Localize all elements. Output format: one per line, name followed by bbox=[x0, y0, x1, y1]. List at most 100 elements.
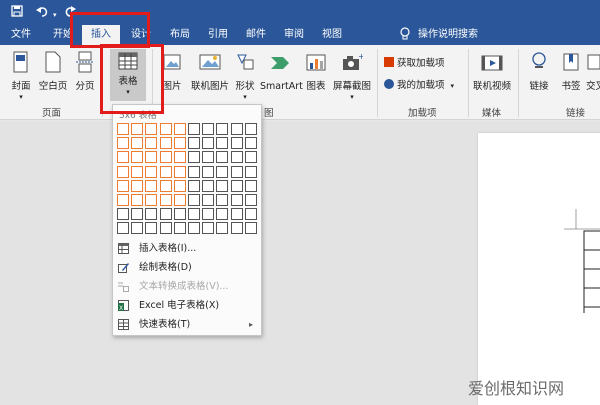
grid-cell[interactable] bbox=[131, 137, 144, 150]
grid-cell[interactable] bbox=[145, 208, 158, 221]
grid-cell[interactable] bbox=[244, 179, 257, 192]
grid-cell[interactable] bbox=[145, 194, 158, 206]
grid-cell[interactable] bbox=[230, 137, 243, 150]
grid-cell[interactable] bbox=[202, 123, 215, 135]
grid-cell[interactable] bbox=[188, 208, 200, 221]
grid-cell[interactable] bbox=[244, 123, 257, 135]
grid-cell[interactable] bbox=[244, 151, 257, 164]
tab-file[interactable]: 文件 bbox=[11, 28, 31, 42]
grid-cell[interactable] bbox=[188, 151, 200, 164]
grid-cell[interactable] bbox=[145, 137, 158, 150]
grid-cell[interactable] bbox=[202, 151, 215, 164]
grid-cell[interactable] bbox=[131, 123, 144, 135]
grid-cell[interactable] bbox=[159, 137, 172, 150]
grid-cell[interactable] bbox=[230, 179, 243, 192]
grid-cell[interactable] bbox=[244, 165, 257, 178]
grid-cell[interactable] bbox=[159, 151, 172, 164]
grid-cell[interactable] bbox=[244, 208, 257, 221]
grid-cell[interactable] bbox=[230, 222, 243, 235]
grid-cell[interactable] bbox=[117, 222, 129, 235]
grid-cell[interactable] bbox=[202, 194, 215, 206]
grid-cell[interactable] bbox=[188, 194, 200, 206]
chart-button[interactable]: 图表 bbox=[303, 51, 329, 93]
quick-tables-item[interactable]: 快速表格(T) ▸ bbox=[113, 316, 261, 334]
online-picture-button[interactable]: 联机图片 bbox=[190, 51, 230, 93]
grid-cell[interactable] bbox=[159, 165, 172, 178]
grid-cell[interactable] bbox=[117, 151, 129, 164]
grid-cell[interactable] bbox=[216, 151, 229, 164]
grid-cell[interactable] bbox=[244, 137, 257, 150]
grid-cell[interactable] bbox=[202, 165, 215, 178]
document-page[interactable] bbox=[478, 133, 600, 405]
grid-cell[interactable] bbox=[173, 123, 186, 135]
grid-cell[interactable] bbox=[202, 222, 215, 235]
grid-cell[interactable] bbox=[230, 194, 243, 206]
grid-cell[interactable] bbox=[117, 179, 129, 192]
grid-cell[interactable] bbox=[159, 222, 172, 235]
grid-cell[interactable] bbox=[244, 194, 257, 206]
undo-icon[interactable] bbox=[36, 5, 50, 20]
grid-cell[interactable] bbox=[188, 222, 200, 235]
grid-cell[interactable] bbox=[188, 123, 200, 135]
grid-cell[interactable] bbox=[216, 137, 229, 150]
grid-cell[interactable] bbox=[216, 123, 229, 135]
blank-page-button[interactable]: 空白页 bbox=[38, 51, 68, 93]
tab-view[interactable]: 视图 bbox=[322, 28, 342, 42]
grid-cell[interactable] bbox=[159, 123, 172, 135]
grid-cell[interactable] bbox=[202, 137, 215, 150]
grid-cell[interactable] bbox=[188, 137, 200, 150]
grid-cell[interactable] bbox=[145, 151, 158, 164]
grid-cell[interactable] bbox=[117, 165, 129, 178]
grid-cell[interactable] bbox=[131, 151, 144, 164]
save-icon[interactable] bbox=[11, 5, 23, 20]
page-break-button[interactable]: 分页 bbox=[72, 51, 98, 93]
grid-cell[interactable] bbox=[173, 222, 186, 235]
grid-cell[interactable] bbox=[131, 194, 144, 206]
grid-cell[interactable] bbox=[202, 208, 215, 221]
tab-references[interactable]: 引用 bbox=[208, 28, 228, 42]
grid-cell[interactable] bbox=[159, 208, 172, 221]
grid-cell[interactable] bbox=[145, 123, 158, 135]
grid-cell[interactable] bbox=[188, 165, 200, 178]
grid-cell[interactable] bbox=[131, 165, 144, 178]
grid-cell[interactable] bbox=[244, 222, 257, 235]
shapes-button[interactable]: 形状 ▾ bbox=[232, 51, 258, 101]
undo-dropdown-icon[interactable]: ▾ bbox=[53, 8, 57, 22]
grid-cell[interactable] bbox=[216, 208, 229, 221]
grid-cell[interactable] bbox=[173, 208, 186, 221]
grid-cell[interactable] bbox=[117, 137, 129, 150]
grid-cell[interactable] bbox=[216, 222, 229, 235]
get-addins-button[interactable]: 获取加载项 bbox=[384, 57, 445, 70]
draw-table-item[interactable]: 绘制表格(D) bbox=[113, 259, 261, 277]
cross-reference-button[interactable]: 交叉 bbox=[586, 51, 600, 93]
online-video-button[interactable]: 联机视频 bbox=[472, 51, 512, 93]
grid-cell[interactable] bbox=[145, 222, 158, 235]
grid-cell[interactable] bbox=[173, 137, 186, 150]
smartart-button[interactable]: SmartArt bbox=[260, 51, 303, 93]
grid-cell[interactable] bbox=[173, 151, 186, 164]
bookmark-button[interactable]: 书签 bbox=[558, 51, 584, 93]
grid-cell[interactable] bbox=[131, 208, 144, 221]
grid-cell[interactable] bbox=[230, 165, 243, 178]
insert-table-item[interactable]: 插入表格(I)... bbox=[113, 240, 261, 258]
grid-cell[interactable] bbox=[117, 208, 129, 221]
excel-spreadsheet-item[interactable]: X Excel 电子表格(X) bbox=[113, 297, 261, 315]
grid-cell[interactable] bbox=[230, 151, 243, 164]
grid-cell[interactable] bbox=[117, 194, 129, 206]
grid-cell[interactable] bbox=[230, 208, 243, 221]
grid-cell[interactable] bbox=[173, 165, 186, 178]
grid-cell[interactable] bbox=[131, 179, 144, 192]
cover-page-button[interactable]: 封面 ▾ bbox=[8, 51, 34, 101]
screenshot-button[interactable]: + 屏幕截图 ▾ bbox=[331, 51, 373, 101]
link-button[interactable]: 链接 bbox=[526, 51, 552, 93]
grid-cell[interactable] bbox=[131, 222, 144, 235]
grid-cell[interactable] bbox=[117, 123, 129, 135]
grid-cell[interactable] bbox=[216, 179, 229, 192]
tab-mailings[interactable]: 邮件 bbox=[246, 28, 266, 42]
grid-cell[interactable] bbox=[159, 194, 172, 206]
grid-cell[interactable] bbox=[173, 194, 186, 206]
tab-review[interactable]: 审阅 bbox=[284, 28, 304, 42]
grid-cell[interactable] bbox=[230, 123, 243, 135]
grid-cell[interactable] bbox=[145, 179, 158, 192]
grid-cell[interactable] bbox=[159, 179, 172, 192]
